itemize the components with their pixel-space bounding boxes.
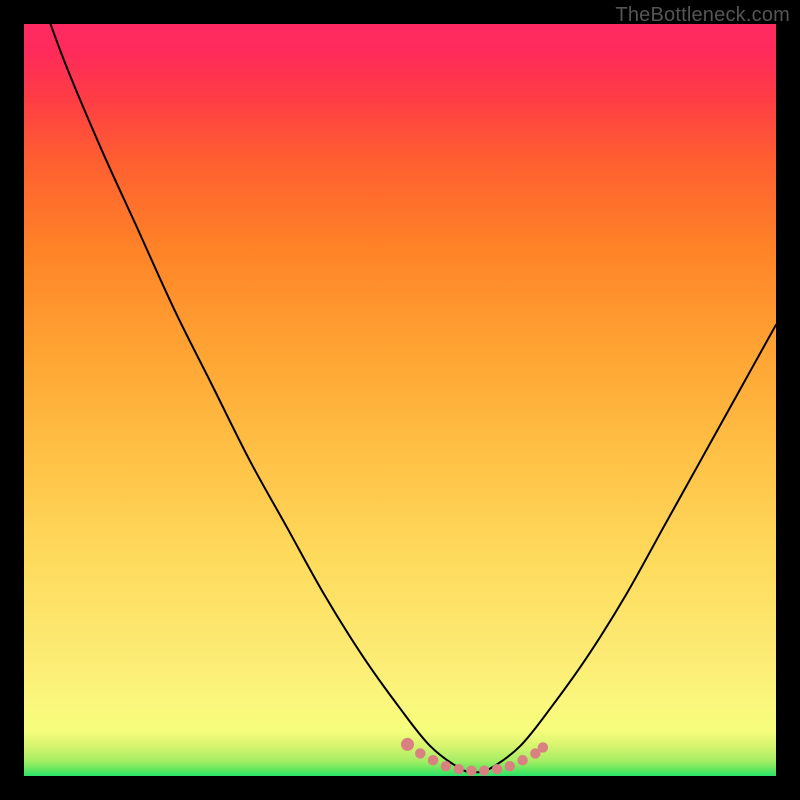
chart-frame: TheBottleneck.com [0, 0, 800, 800]
bottleneck-curve [24, 0, 776, 772]
chart-svg [24, 24, 776, 776]
watermark: TheBottleneck.com [615, 4, 790, 27]
optimal-dot [441, 761, 451, 771]
optimal-dot [538, 742, 548, 752]
optimal-dot [505, 761, 515, 771]
optimal-dot [492, 764, 502, 774]
optimal-range-dots [401, 738, 548, 776]
optimal-dot [415, 748, 425, 758]
optimal-dot [401, 738, 414, 751]
plot-area [24, 24, 776, 776]
optimal-dot [517, 755, 527, 765]
optimal-dot [479, 766, 489, 776]
optimal-dot [428, 755, 438, 765]
optimal-dot [466, 766, 476, 776]
optimal-dot [454, 764, 464, 774]
